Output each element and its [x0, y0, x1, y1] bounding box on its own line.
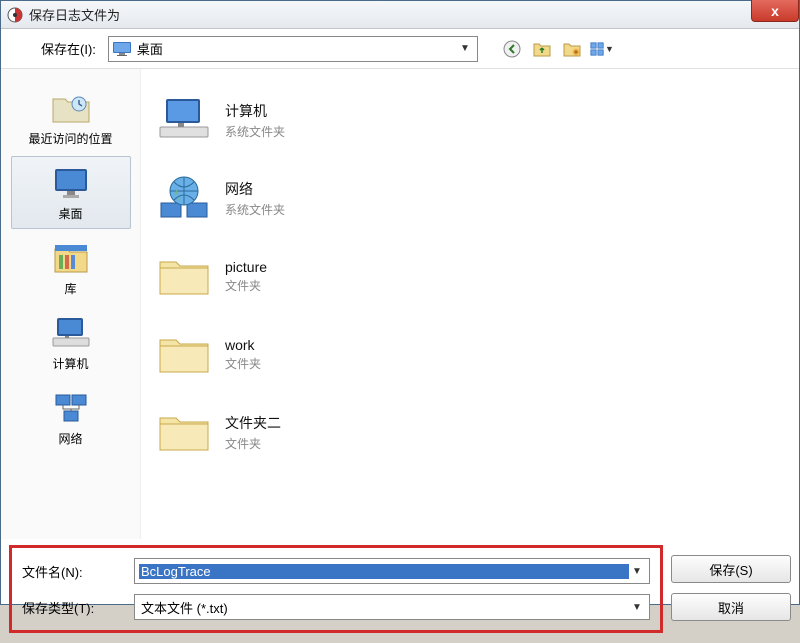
save-dialog: 保存日志文件为 x 保存在(I): 桌面 ▼ ▼	[0, 0, 800, 605]
filetype-value: 文本文件 (*.txt)	[139, 598, 629, 617]
file-item-network[interactable]: 网络 系统文件夹	[149, 159, 791, 237]
file-item-picture[interactable]: picture 文件夹	[149, 237, 791, 315]
sidebar-item-recent[interactable]: 最近访问的位置	[11, 81, 131, 154]
file-name: 计算机	[225, 101, 285, 121]
file-name: picture	[225, 259, 267, 275]
filename-label: 文件名(N):	[22, 562, 122, 581]
titlebar-text: 保存日志文件为	[29, 5, 120, 24]
file-sub: 系统文件夹	[225, 123, 285, 140]
folder-icon	[155, 406, 213, 458]
toolbar: 保存在(I): 桌面 ▼ ▼	[1, 29, 799, 69]
file-name: 网络	[225, 179, 285, 199]
filetype-dropdown[interactable]: 文本文件 (*.txt) ▼	[134, 594, 650, 620]
file-list[interactable]: 计算机 系统文件夹 网络 系统文件夹 picture	[141, 69, 799, 539]
filename-row: 文件名(N): BcLogTrace ▼	[22, 558, 650, 584]
new-folder-icon[interactable]	[560, 37, 584, 61]
monitor-icon	[113, 42, 131, 56]
cancel-button[interactable]: 取消	[671, 593, 791, 621]
file-sub: 文件夹	[225, 435, 281, 452]
file-text: 计算机 系统文件夹	[225, 101, 285, 140]
sidebar-item-library[interactable]: 库	[11, 231, 131, 304]
views-icon[interactable]: ▼	[590, 37, 614, 61]
lookin-value: 桌面	[137, 39, 457, 58]
folder-icon	[155, 250, 213, 302]
close-button[interactable]: x	[751, 0, 799, 22]
chevron-down-icon[interactable]: ▼	[629, 602, 645, 613]
file-sub: 文件夹	[225, 277, 267, 294]
up-folder-icon[interactable]	[530, 37, 554, 61]
sidebar-item-desktop[interactable]: 桌面	[11, 156, 131, 229]
bottom-area: 文件名(N): BcLogTrace ▼ 保存类型(T): 文本文件 (*.tx…	[1, 539, 799, 643]
computer-icon	[51, 315, 91, 351]
filename-input[interactable]: BcLogTrace ▼	[134, 558, 650, 584]
lookin-dropdown[interactable]: 桌面 ▼	[108, 36, 478, 62]
chevron-down-icon: ▼	[605, 44, 614, 54]
library-icon	[51, 240, 91, 276]
sidebar-item-network[interactable]: 网络	[11, 381, 131, 454]
network-icon	[51, 390, 91, 426]
folder-icon	[155, 328, 213, 380]
file-item-folder2[interactable]: 文件夹二 文件夹	[149, 393, 791, 471]
computer-icon	[155, 94, 213, 146]
sidebar-item-label: 桌面	[58, 205, 82, 222]
sidebar-item-label: 最近访问的位置	[28, 130, 112, 147]
places-sidebar: 最近访问的位置 桌面 库 计算机	[1, 69, 141, 539]
filetype-label: 保存类型(T):	[22, 598, 122, 617]
titlebar: 保存日志文件为 x	[1, 1, 799, 29]
file-sub: 文件夹	[225, 355, 261, 372]
inputs-highlight: 文件名(N): BcLogTrace ▼ 保存类型(T): 文本文件 (*.tx…	[9, 545, 663, 633]
file-name: 文件夹二	[225, 413, 281, 433]
action-buttons: 保存(S) 取消	[671, 545, 791, 633]
chevron-down-icon: ▼	[457, 37, 473, 61]
sidebar-item-label: 库	[64, 280, 76, 297]
lookin-label: 保存在(I):	[41, 39, 96, 58]
body-area: 最近访问的位置 桌面 库 计算机	[1, 69, 799, 539]
chevron-down-icon[interactable]: ▼	[629, 566, 645, 577]
toolbar-icons: ▼	[500, 37, 614, 61]
file-item-computer[interactable]: 计算机 系统文件夹	[149, 81, 791, 159]
back-icon[interactable]	[500, 37, 524, 61]
file-text: 文件夹二 文件夹	[225, 413, 281, 452]
filetype-row: 保存类型(T): 文本文件 (*.txt) ▼	[22, 594, 650, 620]
sidebar-item-label: 计算机	[52, 355, 88, 372]
file-sub: 系统文件夹	[225, 201, 285, 218]
recent-icon	[51, 90, 91, 126]
save-button[interactable]: 保存(S)	[671, 555, 791, 583]
sidebar-item-computer[interactable]: 计算机	[11, 306, 131, 379]
filename-value: BcLogTrace	[139, 564, 629, 579]
app-icon	[7, 7, 23, 23]
network-globe-icon	[155, 172, 213, 224]
file-item-work[interactable]: work 文件夹	[149, 315, 791, 393]
file-text: 网络 系统文件夹	[225, 179, 285, 218]
file-name: work	[225, 337, 261, 353]
sidebar-item-label: 网络	[58, 430, 82, 447]
desktop-icon	[51, 165, 91, 201]
file-text: picture 文件夹	[225, 259, 267, 294]
file-text: work 文件夹	[225, 337, 261, 372]
